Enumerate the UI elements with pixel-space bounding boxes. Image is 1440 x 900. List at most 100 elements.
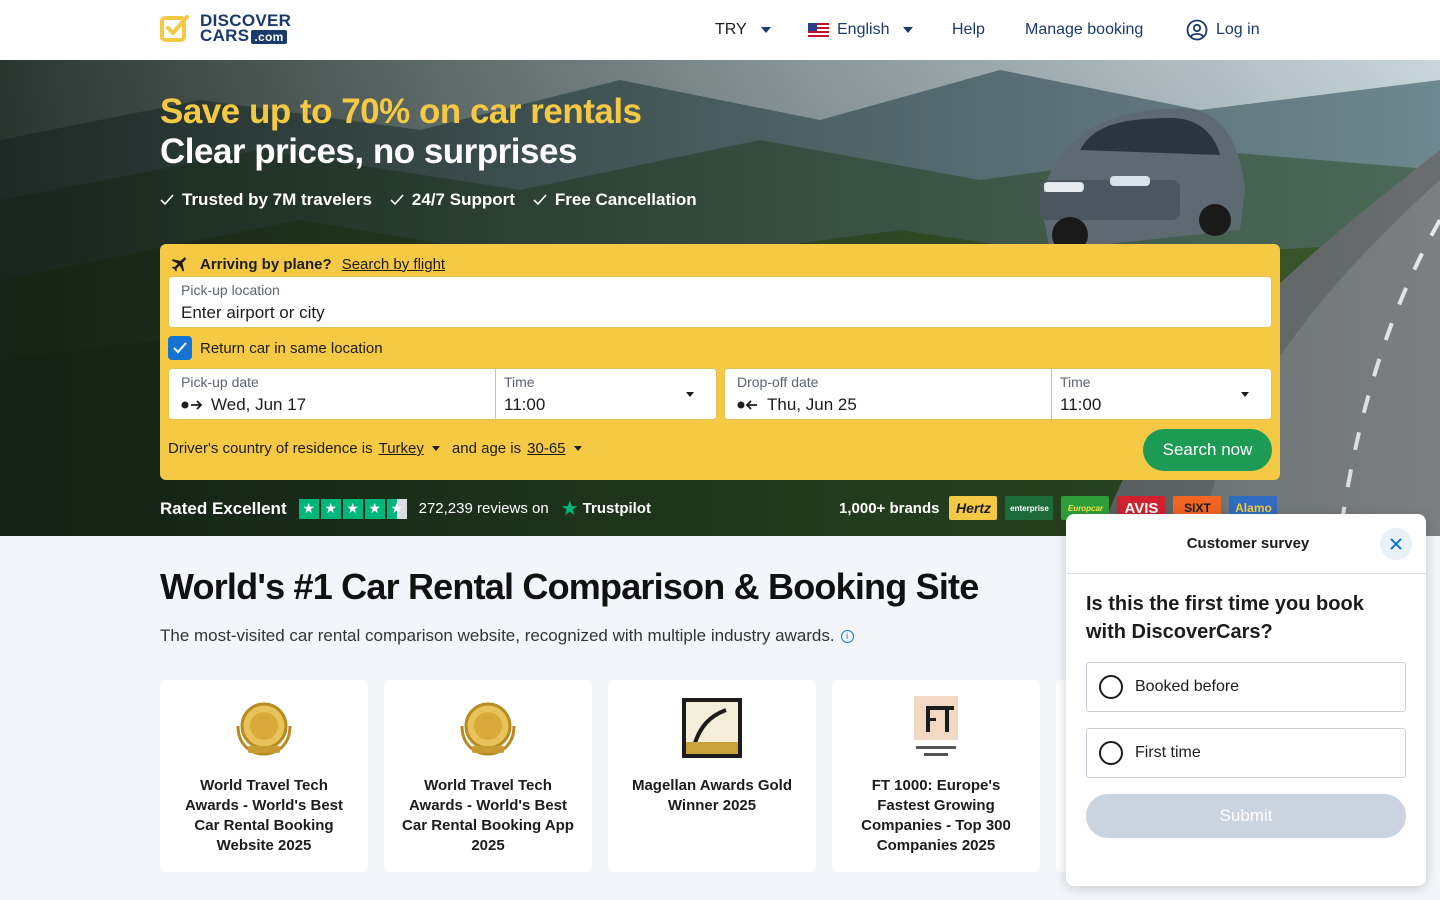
search-now-button[interactable]: Search now — [1143, 429, 1272, 471]
logo-check-icon — [160, 15, 189, 42]
chevron-down-icon — [431, 446, 440, 451]
survey-option-booked-before[interactable]: Booked before — [1086, 662, 1406, 712]
subheading-text: The most-visited car rental comparison w… — [160, 626, 835, 645]
same-location-label: Return car in same location — [200, 339, 383, 357]
star-icon: ★ — [364, 498, 385, 519]
login-label: Log in — [1216, 21, 1260, 38]
award-text: FT 1000: Europe's Fastest Growing Compan… — [861, 777, 1011, 854]
award-card: World Travel Tech Awards - World's Best … — [384, 680, 592, 872]
main-subheading: The most-visited car rental comparison w… — [160, 626, 854, 646]
user-circle-icon — [1186, 19, 1208, 41]
badge-cancellation: Free Cancellation — [533, 190, 697, 210]
star-icon: ★ — [342, 498, 363, 519]
award-card: FT 1000: Europe's Fastest Growing Compan… — [832, 680, 1040, 872]
hero-badges: Trusted by 7M travelers 24/7 Support Fre… — [160, 190, 697, 210]
pickup-time-select[interactable]: Time 11:00 — [495, 368, 717, 420]
hertz-logo: Hertz — [949, 496, 998, 520]
same-location-checkbox-row[interactable]: Return car in same location — [168, 336, 383, 360]
hero-section: Save up to 70% on car rentals Clear pric… — [0, 60, 1440, 536]
residence-country-selector[interactable]: Turkey — [379, 440, 424, 457]
chevron-down-icon — [686, 392, 694, 397]
dropoff-date-label: Drop-off date — [737, 374, 819, 390]
close-icon — [1390, 538, 1402, 550]
language-selector[interactable]: English — [808, 20, 914, 40]
pickup-location-input[interactable]: Pick-up location Enter airport or city — [168, 276, 1272, 328]
site-header: DISCOVER CARS .com TRY English Help Manag… — [0, 0, 1440, 60]
hero-title-clear-prices: Clear prices, no surprises — [160, 132, 577, 171]
site-logo[interactable]: DISCOVER CARS .com — [160, 11, 292, 45]
dropoff-date-field[interactable]: Drop-off date Thu, Jun 25 — [724, 368, 1052, 420]
option-label: First time — [1135, 744, 1201, 761]
rating-label: Rated Excellent — [160, 498, 287, 518]
info-icon[interactable]: i — [840, 629, 854, 643]
brands-label: 1,000+ brands — [839, 499, 940, 517]
dropoff-time-value: 11:00 — [1060, 395, 1102, 414]
dropoff-date-value: Thu, Jun 25 — [767, 395, 857, 414]
search-by-flight-link[interactable]: Search by flight — [342, 256, 445, 273]
currency-label: TRY — [715, 21, 747, 38]
trustpilot-logo[interactable]: ★ Trustpilot — [561, 496, 651, 521]
half-star-icon: ★ — [386, 498, 407, 519]
chevron-down-icon — [1241, 392, 1249, 397]
checkmark-icon — [173, 342, 187, 354]
award-text: World Travel Tech Awards - World's Best … — [402, 777, 574, 854]
pickup-time-value: 11:00 — [504, 395, 546, 414]
pickup-date-field[interactable]: Pick-up date Wed, Jun 17 — [168, 368, 496, 420]
language-label: English — [837, 21, 890, 38]
award-text: Magellan Awards Gold Winner 2025 — [631, 777, 793, 814]
badge-support: 24/7 Support — [390, 190, 515, 210]
star-icon: ★ — [298, 498, 319, 519]
help-link[interactable]: Help — [952, 20, 985, 40]
login-button[interactable]: Log in — [1186, 19, 1260, 41]
manage-booking-label: Manage booking — [1025, 21, 1144, 38]
pickup-location-label: Pick-up location — [181, 282, 280, 298]
pickup-location-placeholder: Enter airport or city — [181, 303, 325, 322]
flight-prompt: Arriving by plane? — [200, 255, 332, 273]
chevron-down-icon — [760, 27, 771, 33]
check-icon — [160, 194, 174, 206]
trustpilot-label: Trustpilot — [582, 500, 651, 517]
laurel-award-icon — [236, 702, 292, 756]
manage-booking-link[interactable]: Manage booking — [1025, 20, 1143, 40]
dropoff-time-label: Time — [1060, 374, 1091, 390]
laurel-award-icon — [460, 702, 516, 756]
residence-prefix: Driver's country of residence is — [168, 440, 373, 457]
airplane-icon — [171, 257, 186, 272]
pickup-date-label: Pick-up date — [181, 374, 259, 390]
currency-selector[interactable]: TRY — [715, 20, 771, 40]
age-range-selector[interactable]: 30-65 — [527, 440, 565, 457]
pickup-date-value: Wed, Jun 17 — [211, 395, 307, 414]
pickup-time-label: Time — [504, 374, 535, 390]
flight-search-row: Arriving by plane? Search by flight — [170, 254, 445, 274]
star-icon: ★ — [320, 498, 341, 519]
survey-submit-button[interactable]: Submit — [1086, 794, 1406, 838]
radio-button[interactable] — [1099, 741, 1123, 765]
trustpilot-rating: Rated Excellent ★ ★ ★ ★ ★ 272,239 review… — [160, 496, 651, 521]
us-flag-icon — [808, 22, 829, 38]
dropoff-time-select[interactable]: Time 11:00 — [1051, 368, 1272, 420]
dropoff-arrow-icon — [737, 400, 757, 410]
logo-wordmark: DISCOVER CARS .com — [200, 11, 292, 45]
radio-button[interactable] — [1099, 675, 1123, 699]
survey-question: Is this the first time you book with Dis… — [1086, 593, 1364, 643]
check-icon — [533, 194, 547, 206]
trustpilot-stars: ★ ★ ★ ★ ★ — [298, 498, 407, 519]
chevron-down-icon — [573, 446, 582, 451]
survey-header: Customer survey — [1066, 514, 1426, 574]
search-form: Arriving by plane? Search by flight Pick… — [160, 244, 1280, 480]
same-location-checkbox[interactable] — [168, 336, 192, 360]
survey-option-first-time[interactable]: First time — [1086, 728, 1406, 778]
help-label: Help — [952, 21, 985, 38]
badge-label: Free Cancellation — [554, 190, 697, 209]
badge-label: 24/7 Support — [411, 190, 515, 209]
magellan-award-icon — [682, 698, 742, 758]
hero-title-savings: Save up to 70% on car rentals — [160, 92, 642, 131]
option-label: Booked before — [1135, 678, 1240, 695]
main-heading: World's #1 Car Rental Comparison & Booki… — [160, 566, 979, 607]
close-survey-button[interactable] — [1380, 528, 1412, 560]
award-card: Magellan Awards Gold Winner 2025 — [608, 680, 816, 872]
check-icon — [390, 194, 404, 206]
trustpilot-star-icon: ★ — [560, 498, 579, 520]
customer-survey-dialog: Customer survey Is this the first time y… — [1066, 514, 1426, 886]
ft-logo-icon — [914, 696, 958, 756]
